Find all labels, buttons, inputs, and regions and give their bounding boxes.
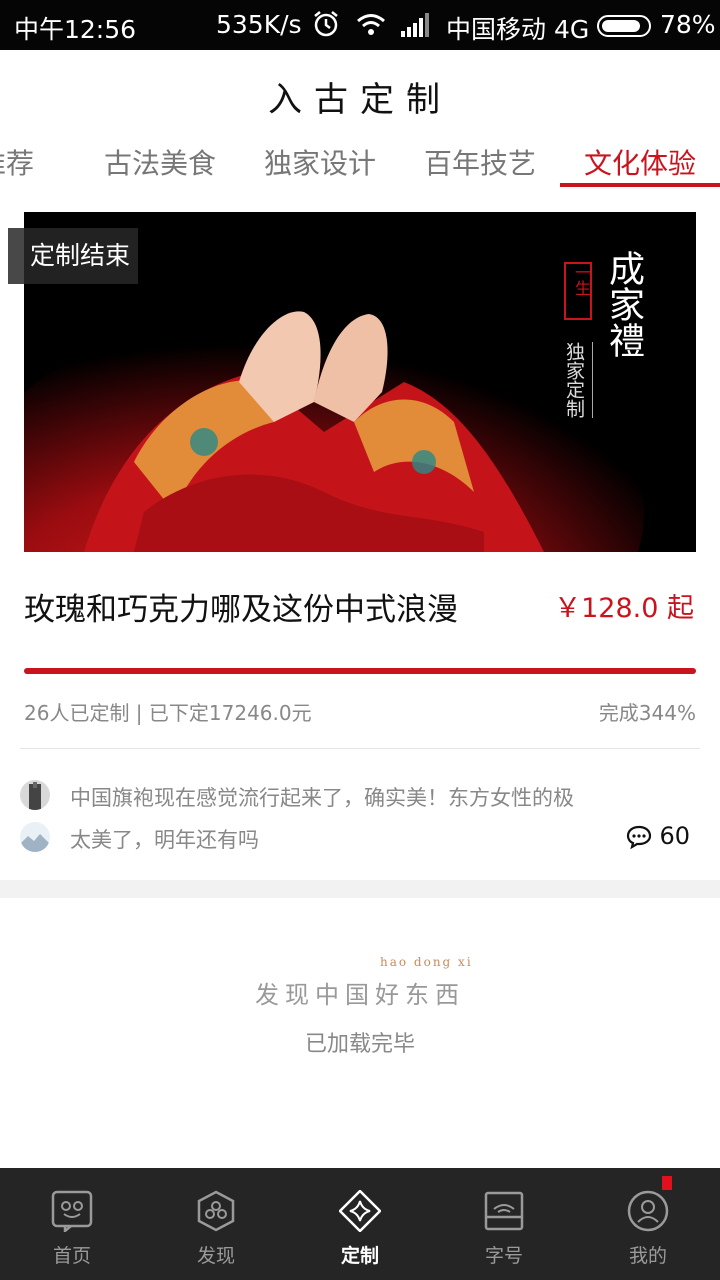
comment-text: 中国旗袍现在感觉流行起来了，确实美！东方女性的极: [70, 786, 574, 810]
status-battery-percent: 78%: [660, 10, 716, 39]
comment-icon: [626, 825, 651, 850]
nav-brand[interactable]: 字号: [432, 1168, 576, 1280]
order-stats: 26人已定制 | 已下定17246.0元: [24, 701, 312, 725]
tab-culture-experience[interactable]: 文化体验: [584, 142, 696, 182]
battery-icon: [597, 15, 651, 37]
nav-custom[interactable]: 定制: [288, 1168, 432, 1280]
footer-pinyin: hao dong xi: [380, 955, 473, 969]
category-tabs: 推荐 古法美食 独家设计 百年技艺 文化体验: [0, 136, 720, 190]
avatar: [20, 822, 50, 852]
bottom-navigation: 首页 发现 定制 字号 我的: [0, 1168, 720, 1280]
product-price: ￥128.0 起: [554, 593, 694, 624]
nav-discover[interactable]: 发现: [144, 1168, 288, 1280]
home-icon: [51, 1190, 93, 1232]
nav-profile[interactable]: 我的: [576, 1168, 720, 1280]
brand-icon: [484, 1191, 524, 1231]
status-badge: 定制结束: [8, 228, 138, 284]
active-tab-indicator: [560, 183, 720, 187]
completion-rate: 完成344%: [598, 701, 696, 725]
comment-item[interactable]: 中国旗袍现在感觉流行起来了，确实美！东方女性的极: [20, 780, 710, 812]
profile-icon: [627, 1190, 669, 1232]
comment-count-value: 60: [659, 822, 690, 850]
product-title[interactable]: 玫瑰和巧克力哪及这份中式浪漫: [24, 584, 458, 629]
funding-progress-fill: [24, 668, 696, 674]
seal-box: 一生: [564, 262, 592, 320]
custom-icon: [339, 1190, 381, 1232]
load-complete-text: 已加载完毕: [304, 1032, 415, 1057]
nav-label: 定制: [340, 1245, 379, 1267]
status-time: 中午12:56: [14, 15, 137, 44]
image-sub-caption: 独家定制: [563, 342, 593, 418]
divider: [20, 748, 700, 749]
status-bar: 中午12:56 535K/s 中国移动 4G 78%: [0, 0, 720, 50]
footer-slogan: 发现中国好东西: [255, 981, 465, 1009]
comment-count[interactable]: 60: [626, 822, 690, 856]
funding-progress-bar: [24, 668, 696, 674]
header: 入古定制: [0, 50, 720, 136]
image-main-caption: 成家禮: [603, 250, 644, 358]
page-title: 入古定制: [268, 80, 452, 120]
tab-ancient-food[interactable]: 古法美食: [104, 142, 216, 182]
wifi-icon: [357, 14, 385, 35]
nav-home[interactable]: 首页: [0, 1168, 144, 1280]
notification-badge: [662, 1176, 672, 1190]
tab-recommend[interactable]: 推荐: [0, 142, 34, 182]
avatar: [20, 780, 50, 810]
nav-label: 发现: [196, 1245, 235, 1267]
alarm-icon: [314, 11, 338, 37]
status-network-speed: 535K/s: [216, 10, 302, 39]
discover-icon: [197, 1190, 235, 1232]
signal-icon: [401, 13, 429, 37]
section-separator: [0, 880, 720, 898]
seal-text: 一生: [572, 264, 591, 296]
tab-exclusive-design[interactable]: 独家设计: [264, 142, 376, 182]
nav-label: 字号: [484, 1245, 523, 1267]
comment-text: 太美了，明年还有吗: [70, 828, 259, 852]
tab-century-craft[interactable]: 百年技艺: [424, 142, 536, 182]
nav-label: 首页: [52, 1245, 91, 1267]
nav-label: 我的: [628, 1245, 667, 1267]
comment-item[interactable]: 太美了，明年还有吗: [20, 822, 710, 854]
status-carrier: 中国移动 4G: [446, 15, 590, 44]
